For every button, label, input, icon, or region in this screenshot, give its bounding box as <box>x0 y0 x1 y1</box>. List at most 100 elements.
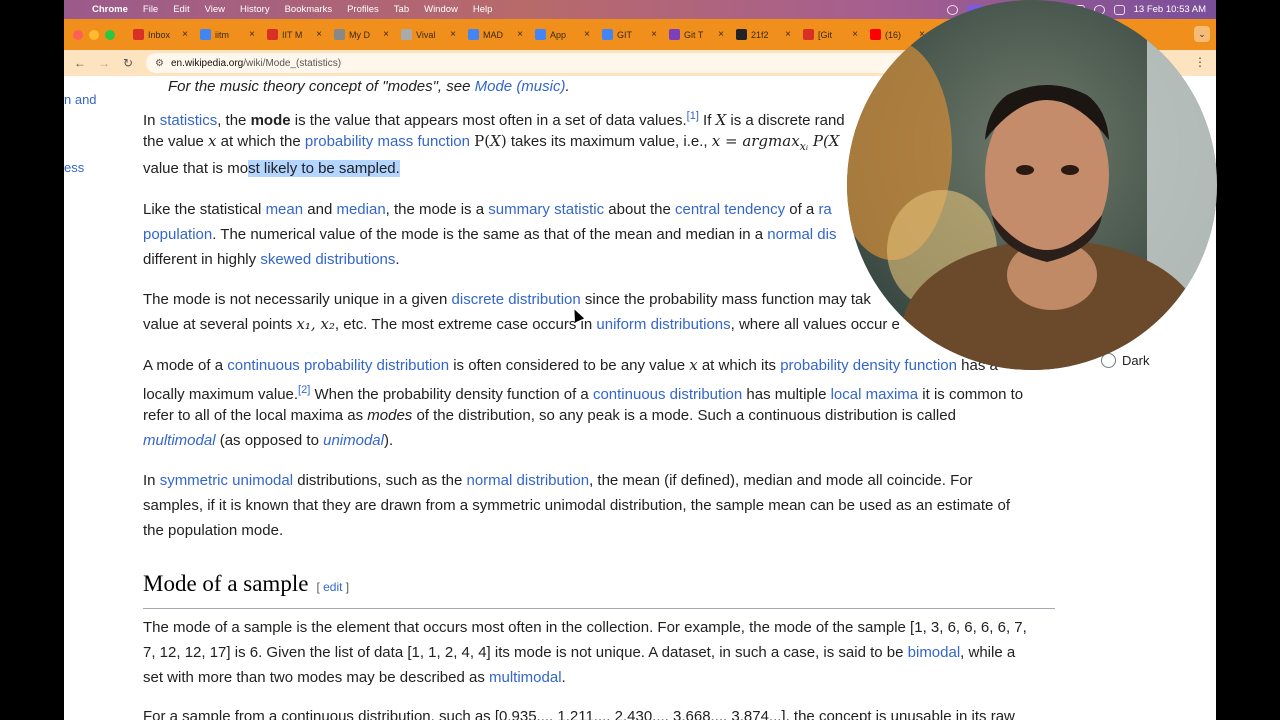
menu-edit[interactable]: Edit <box>173 4 189 15</box>
link-unimodal[interactable]: unimodal <box>323 432 384 449</box>
browser-tab[interactable]: 21f2 × <box>730 24 797 46</box>
tab-close-icon[interactable]: × <box>584 29 590 40</box>
menu-profiles[interactable]: Profiles <box>347 4 379 15</box>
browser-tab[interactable]: My D × <box>328 24 395 46</box>
tab-title: Git T <box>684 29 704 40</box>
link-mode-music[interactable]: Mode (music) <box>475 78 566 95</box>
tab-close-icon[interactable]: × <box>316 29 322 40</box>
text: If <box>698 112 716 129</box>
appearance-dark-option[interactable]: Dark <box>1101 353 1149 368</box>
math-var: X <box>490 132 501 150</box>
tab-favicon-icon <box>334 29 345 40</box>
link-pmf[interactable]: probability mass function <box>305 133 470 150</box>
citation-ref[interactable]: [1] <box>687 110 699 122</box>
menu-kebab-icon[interactable]: ⋮ <box>1194 55 1206 69</box>
reload-icon[interactable]: ↻ <box>116 56 140 70</box>
paragraph-line: population. The numerical value of the m… <box>143 222 836 247</box>
text: locally maximum value. <box>143 386 299 403</box>
browser-tab[interactable]: Git T × <box>663 24 730 46</box>
text: of a <box>785 201 819 218</box>
link-bimodal[interactable]: bimodal <box>908 644 961 661</box>
math-var: X <box>715 111 727 129</box>
text: . <box>561 669 566 686</box>
presenter-video <box>847 0 1217 370</box>
browser-tab[interactable]: Vival × <box>395 24 462 46</box>
paragraph-line: different in highly skewed distributions… <box>143 247 400 272</box>
tab-title: Inbox <box>148 29 171 40</box>
text: , etc. The most extreme case occurs in <box>334 316 597 333</box>
browser-tab[interactable]: GIT × <box>596 24 663 46</box>
menu-app-name[interactable]: Chrome <box>92 4 128 15</box>
menu-datetime[interactable]: 13 Feb 10:53 AM <box>1134 4 1206 15</box>
link-statistics[interactable]: statistics <box>160 112 218 129</box>
menu-help[interactable]: Help <box>473 4 493 15</box>
browser-tab[interactable]: Inbox × <box>127 24 194 46</box>
tab-close-icon[interactable]: × <box>450 29 456 40</box>
tab-close-icon[interactable]: × <box>651 29 657 40</box>
back-icon[interactable]: ← <box>68 56 92 70</box>
tab-close-icon[interactable]: × <box>517 29 523 40</box>
link-normal-distribution[interactable]: normal dis <box>767 226 836 243</box>
menu-bookmarks[interactable]: Bookmarks <box>285 4 333 15</box>
link-cpd[interactable]: continuous probability distribution <box>227 357 449 374</box>
browser-tab[interactable]: MAD × <box>462 24 529 46</box>
text: , the mode is a <box>385 201 489 218</box>
close-window-button[interactable] <box>73 29 83 40</box>
edit-link[interactable]: edit <box>323 580 342 594</box>
browser-tab[interactable]: iitm × <box>194 24 261 46</box>
link-multimodal[interactable]: multimodal <box>489 669 562 686</box>
link-skewed[interactable]: skewed distributions <box>260 251 395 268</box>
link-continuous-distribution[interactable]: continuous distribution <box>593 386 742 403</box>
menu-file[interactable]: File <box>143 4 158 15</box>
math-expr: x = argmax <box>711 132 800 150</box>
link-random[interactable]: ra <box>818 201 831 218</box>
menu-history[interactable]: History <box>240 4 270 15</box>
paragraph-line: The mode of a sample is the element that… <box>143 619 1027 636</box>
tab-title: MAD <box>483 29 503 40</box>
tab-close-icon[interactable]: × <box>785 29 791 40</box>
math-sub: xᵢ <box>799 140 809 153</box>
wifi-icon[interactable] <box>1113 4 1125 15</box>
link-normal-distribution[interactable]: normal distribution <box>467 472 590 489</box>
link-symmetric-unimodal[interactable]: symmetric unimodal <box>160 472 293 489</box>
link-local-maxima[interactable]: local maxima <box>831 386 919 403</box>
site-info-icon[interactable]: ⚙ <box>155 58 164 69</box>
link-population[interactable]: population <box>143 226 212 243</box>
toc-link[interactable]: n and <box>64 92 97 107</box>
tab-close-icon[interactable]: × <box>182 29 188 40</box>
tab-close-icon[interactable]: × <box>852 29 858 40</box>
tab-favicon-icon <box>200 29 211 40</box>
link-discrete-distribution[interactable]: discrete distribution <box>452 291 581 308</box>
browser-tab[interactable]: IIT M × <box>261 24 328 46</box>
text: , while a <box>960 644 1016 661</box>
forward-icon[interactable]: → <box>92 56 116 70</box>
minimize-window-button[interactable] <box>89 29 99 40</box>
text: , the mean (if defined), median and mode… <box>589 472 973 489</box>
link-central-tendency[interactable]: central tendency <box>675 201 785 218</box>
text: ). <box>383 432 394 449</box>
math-var: x <box>208 132 217 150</box>
paragraph-line: set with more than two modes may be desc… <box>143 665 566 690</box>
toc-link[interactable]: ess <box>64 160 84 175</box>
tab-search-icon[interactable]: ⌄ <box>1194 26 1210 42</box>
text: , where all values occur e <box>730 316 900 333</box>
link-uniform[interactable]: uniform distributions <box>596 316 730 333</box>
link-multimodal[interactable]: multimodal <box>143 432 216 449</box>
browser-tab[interactable]: App × <box>529 24 596 46</box>
menu-window[interactable]: Window <box>424 4 458 15</box>
status-icon[interactable] <box>946 4 958 15</box>
zoom-window-button[interactable] <box>105 29 115 40</box>
citation-ref[interactable]: [2] <box>298 384 310 396</box>
link-summary-statistic[interactable]: summary statistic <box>488 201 604 218</box>
text: of the distribution, so any peak is a mo… <box>412 407 956 424</box>
menu-tab[interactable]: Tab <box>394 4 409 15</box>
text: In <box>143 112 160 129</box>
browser-tab[interactable]: [Git × <box>797 24 864 46</box>
tab-close-icon[interactable]: × <box>718 29 724 40</box>
menu-view[interactable]: View <box>205 4 225 15</box>
link-median[interactable]: median <box>336 201 385 218</box>
link-pdf[interactable]: probability density function <box>780 357 957 374</box>
tab-close-icon[interactable]: × <box>383 29 389 40</box>
link-mean[interactable]: mean <box>266 201 304 218</box>
tab-close-icon[interactable]: × <box>249 29 255 40</box>
